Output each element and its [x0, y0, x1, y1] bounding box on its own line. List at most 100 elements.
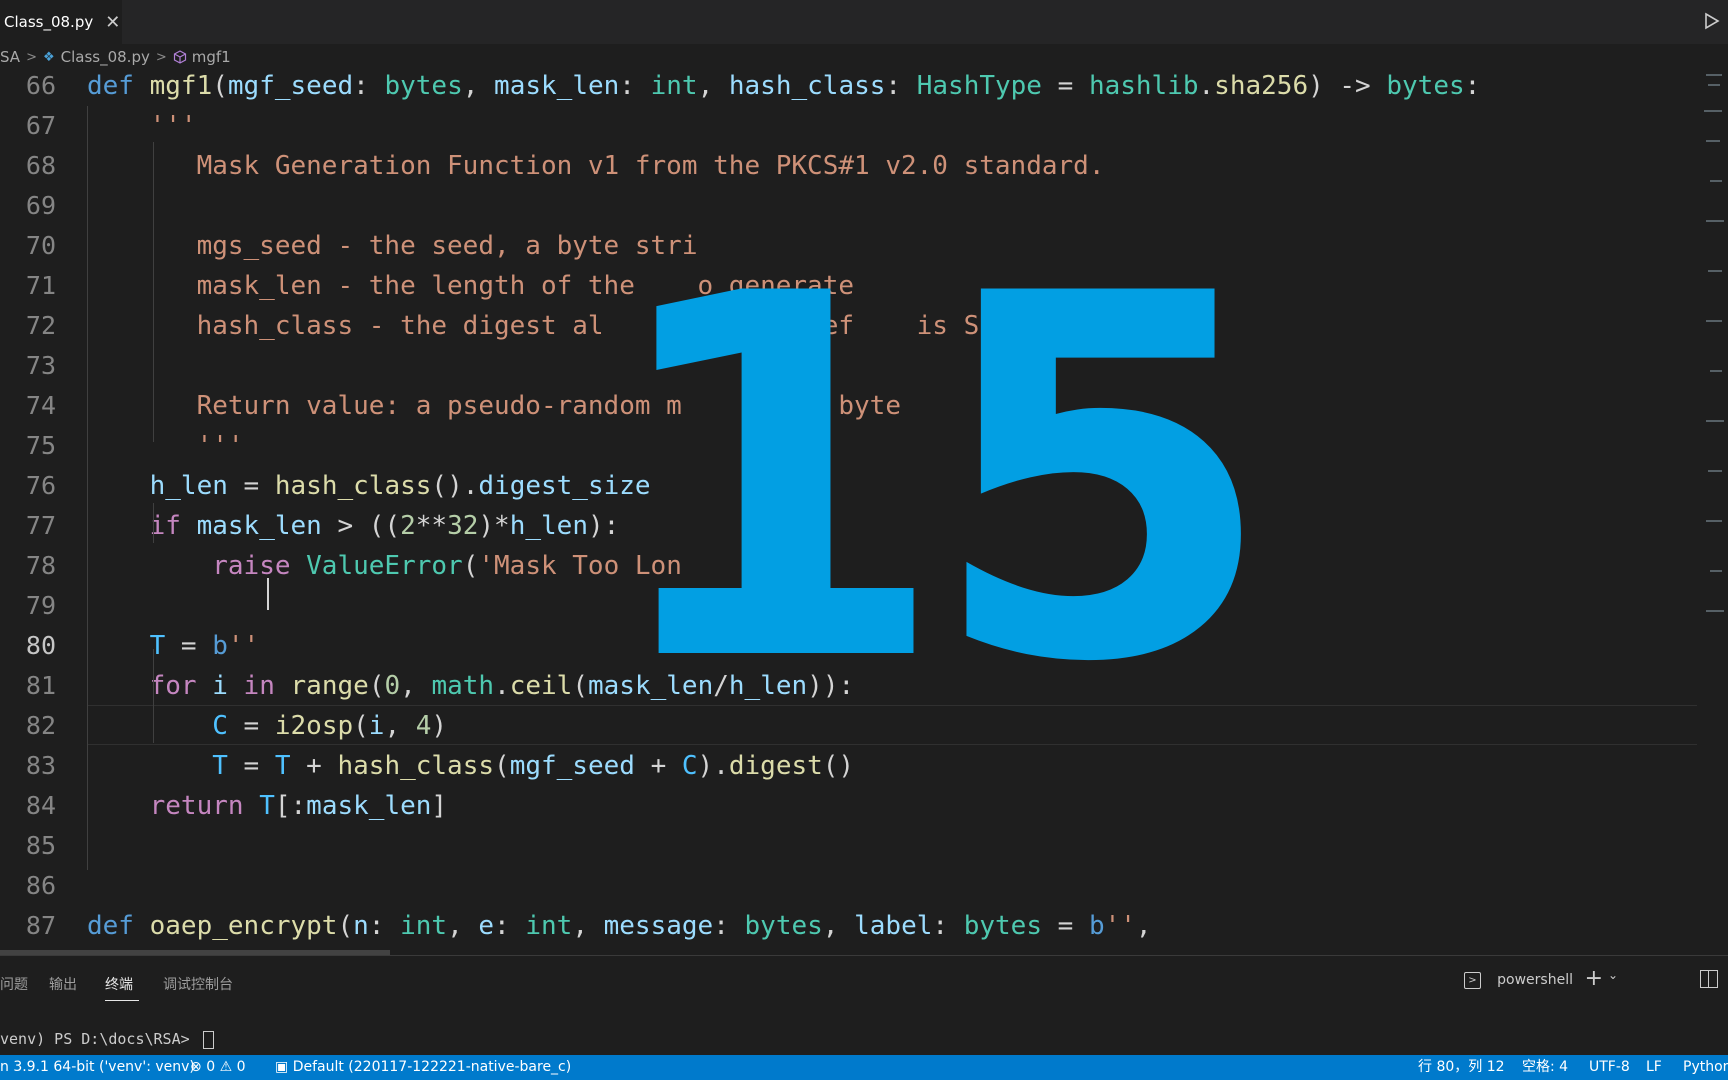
- code-token: mask_len: [494, 71, 620, 101]
- code-line[interactable]: 66 def mgf1(mgf_seed: bytes, mask_len: in…: [0, 70, 1700, 106]
- code-token: int: [400, 911, 448, 941]
- code-line[interactable]: 68 Mask Generation Function v1 from the …: [0, 146, 1700, 186]
- indent-guide: [87, 106, 88, 870]
- symbol-method-icon: [173, 50, 186, 64]
- code-line[interactable]: 87 def oaep_encrypt(n: int, e: int, messa…: [0, 906, 1700, 946]
- code-token: =: [1041, 71, 1089, 101]
- code-text: hash_class - the digest al o use, def is…: [87, 306, 1027, 346]
- breadcrumb-folder[interactable]: SA: [0, 48, 20, 66]
- code-token: mask_len: [306, 791, 432, 821]
- split-terminal-icon[interactable]: [1700, 970, 1718, 988]
- end-of-line[interactable]: LF: [1646, 1055, 1662, 1080]
- code-token: ,: [572, 911, 604, 941]
- code-line[interactable]: 71 mask_len - the length of the o genera…: [0, 266, 1700, 306]
- tab-debug-console[interactable]: 调试控制台: [163, 974, 233, 994]
- code-line[interactable]: 83 T = T + hash_class(mgf_seed + C).dige…: [0, 746, 1700, 786]
- code-token: :: [353, 71, 385, 101]
- tab-class-08[interactable]: Class_08.py ✕: [0, 0, 122, 44]
- code-token: (: [212, 71, 228, 101]
- code-token: =: [227, 471, 275, 501]
- code-token: 0: [384, 671, 401, 701]
- code-token: i2osp: [274, 711, 354, 741]
- line-number: 78: [25, 551, 56, 580]
- breadcrumb-file[interactable]: Class_08.py: [61, 48, 150, 66]
- indent-guide: [153, 649, 154, 743]
- run-icon[interactable]: [1700, 10, 1722, 32]
- code-token: oaep_encrypt: [149, 911, 338, 941]
- terminal-prompt[interactable]: venv) PS D:\docs\RSA>: [0, 1030, 214, 1049]
- code-token: :: [885, 71, 917, 101]
- line-number: 75: [25, 431, 56, 460]
- line-number: 86: [25, 871, 56, 900]
- text-caret: [267, 578, 269, 610]
- code-token: ''': [87, 111, 197, 141]
- problems-status[interactable]: ⊗ 0 ⚠ 0: [190, 1055, 246, 1080]
- tab-output[interactable]: 输出: [49, 974, 77, 994]
- code-line[interactable]: 76 h_len = hash_class().digest_size: [0, 466, 1700, 506]
- code-editor[interactable]: 66 def mgf1(mgf_seed: bytes, mask_len: in…: [0, 70, 1700, 955]
- code-token: bytes: [1386, 71, 1465, 101]
- breadcrumb-symbol[interactable]: mgf1: [192, 48, 231, 66]
- code-line[interactable]: 81 for i in range(0, math.ceil(mask_len/…: [0, 666, 1700, 706]
- tab-label: Class_08.py: [4, 13, 94, 31]
- line-number: 71: [25, 271, 56, 300]
- code-token: 'Mask Too Lon: [478, 551, 682, 581]
- close-icon[interactable]: ✕: [105, 12, 120, 33]
- code-line[interactable]: 67 ''': [0, 106, 1700, 146]
- code-line[interactable]: 80 T = b'': [0, 626, 1700, 666]
- code-line[interactable]: 75 ''': [0, 426, 1700, 466]
- indentation[interactable]: 空格: 4: [1522, 1055, 1568, 1080]
- terminal-shell-select[interactable]: powershell: [1497, 972, 1573, 988]
- file-encoding[interactable]: UTF-8: [1589, 1055, 1630, 1080]
- code-token: :: [619, 71, 651, 101]
- line-number: 82: [25, 711, 56, 740]
- cursor-position[interactable]: 行 80，列 12: [1418, 1055, 1505, 1080]
- code-token: =: [227, 711, 275, 741]
- python-interpreter[interactable]: n 3.9.1 64-bit ('venv': venv): [0, 1055, 195, 1080]
- code-token: ,: [1135, 911, 1152, 941]
- line-number: 73: [25, 351, 56, 380]
- code-line[interactable]: 84 return T[:mask_len]: [0, 786, 1700, 826]
- code-token: hashlib: [1088, 71, 1199, 101]
- code-line[interactable]: 82 C = i2osp(i, 4): [0, 706, 1700, 746]
- code-line[interactable]: 73: [0, 346, 1700, 386]
- code-token: ,: [822, 911, 855, 941]
- code-line[interactable]: 69: [0, 186, 1700, 226]
- code-token: +: [290, 751, 338, 781]
- code-token: mgf_seed: [509, 751, 635, 781]
- code-line[interactable]: 77 if mask_len > ((2**32)*h_len):: [0, 506, 1700, 546]
- code-token: mgf1: [149, 71, 213, 101]
- active-tab-indicator: [105, 1000, 139, 1001]
- tab-problems[interactable]: 问题: [0, 974, 28, 994]
- code-token: h_len: [728, 671, 808, 701]
- line-number: 69: [25, 191, 56, 220]
- python-file-icon: ❖: [42, 49, 55, 65]
- code-token: ().: [431, 471, 479, 501]
- code-line[interactable]: 78 raise ValueError('Mask Too Lon: [0, 546, 1700, 586]
- code-token: int: [650, 71, 698, 101]
- language-mode[interactable]: Python: [1683, 1055, 1728, 1080]
- code-line[interactable]: 79: [0, 586, 1700, 626]
- add-terminal-icon[interactable]: +: [1585, 966, 1603, 991]
- tab-bar: Class_08.py ✕: [0, 0, 1728, 44]
- code-token: T: [274, 751, 291, 781]
- code-token: hash_class - the digest al o use, def is…: [87, 311, 1027, 341]
- chevron-down-icon[interactable]: ⌄: [1608, 968, 1618, 982]
- code-token: sha256: [1214, 71, 1309, 101]
- code-line[interactable]: 86: [0, 866, 1700, 906]
- code-token: def: [87, 71, 150, 101]
- code-token: raise: [212, 551, 307, 581]
- cmake-config[interactable]: ▣ Default (220117-122221-native-bare_c): [275, 1055, 571, 1080]
- minimap[interactable]: [1700, 70, 1728, 650]
- code-line[interactable]: 85: [0, 826, 1700, 866]
- code-token: Mask Generation Function v1 from the PKC…: [87, 151, 1105, 181]
- line-number: 67: [25, 111, 56, 140]
- tab-terminal[interactable]: 终端: [105, 974, 133, 994]
- code-line[interactable]: 74 Return value: a pseudo-random m as a …: [0, 386, 1700, 426]
- code-line[interactable]: 70 mgs_seed - the seed, a byte stri: [0, 226, 1700, 266]
- code-token: range: [290, 671, 369, 701]
- code-line[interactable]: 72 hash_class - the digest al o use, def…: [0, 306, 1700, 346]
- code-token: h_len: [149, 471, 228, 501]
